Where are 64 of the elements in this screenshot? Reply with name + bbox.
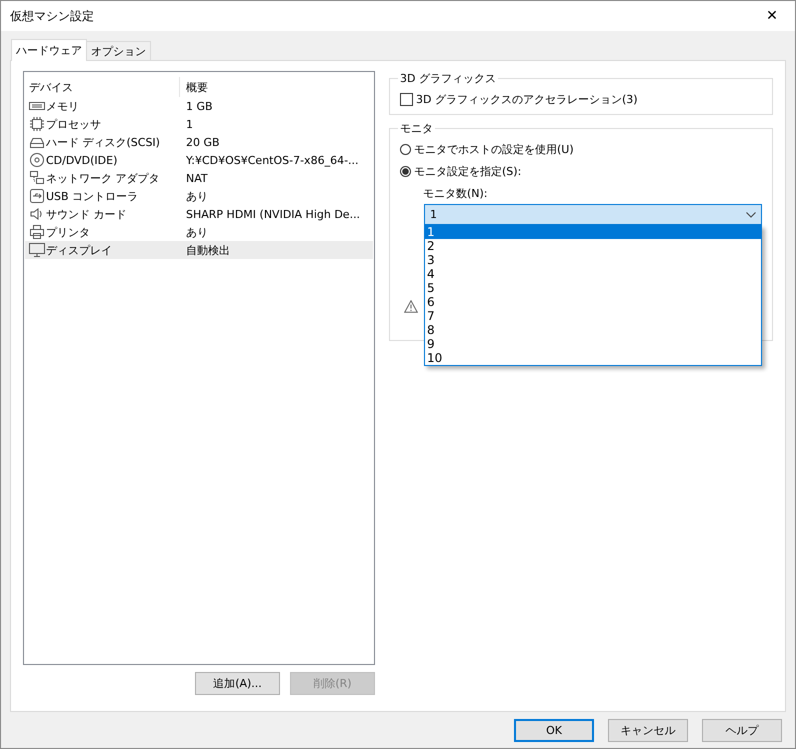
device-name: ディスプレイ <box>46 242 112 258</box>
device-summary: 20 GB <box>185 136 221 148</box>
device-row[interactable]: CD/DVD(IDE) Y:¥CD¥OS¥CentOS-7-x86_64-... <box>25 151 373 169</box>
device-name: サウンド カード <box>46 206 126 222</box>
tab[interactable]: ハードウェア <box>11 39 87 61</box>
dropdown[interactable]: 1 <box>424 204 762 225</box>
radio-label: モニタでホストの設定を使用(U) <box>414 142 574 156</box>
dialog-button[interactable]: キャンセル <box>608 718 688 742</box>
monitor-icon <box>29 242 45 258</box>
close-button[interactable]: ✕ <box>749 1 795 31</box>
device-row[interactable]: ネットワーク アダプタ NAT <box>25 169 373 187</box>
dropdown-option[interactable]: 5 <box>425 281 761 295</box>
device-summary: Y:¥CD¥OS¥CentOS-7-x86_64-... <box>185 154 360 166</box>
group-title: 3D グラフィックス <box>399 71 497 86</box>
field-label: モニタ数(N): <box>422 186 489 202</box>
dialog-button[interactable]: ヘルプ <box>702 718 782 742</box>
device-summary: あり <box>185 188 209 204</box>
device-row[interactable]: USB コントローラ あり <box>25 187 373 205</box>
device-name: メモリ <box>46 98 79 114</box>
dropdown-option[interactable]: 7 <box>425 309 761 323</box>
dropdown-option[interactable]: 3 <box>425 253 761 267</box>
device-summary: 自動検出 <box>185 242 231 258</box>
dropdown-option[interactable]: 2 <box>425 239 761 253</box>
dropdown-option[interactable]: 1 <box>425 225 761 239</box>
device-name: USB コントローラ <box>46 188 138 204</box>
device-summary: あり <box>185 224 209 240</box>
printer-icon <box>29 224 45 240</box>
device-summary: 1 <box>185 118 194 130</box>
dialog-button[interactable]: OK <box>514 718 594 742</box>
window-title: 仮想マシン設定 <box>10 8 94 24</box>
usb-icon <box>29 188 45 204</box>
column-header: 概要 <box>185 80 209 94</box>
device-row[interactable]: サウンド カード SHARP HDMI (NVIDIA High De... <box>25 205 373 223</box>
device-name: ネットワーク アダプタ <box>46 170 160 186</box>
device-row[interactable]: プリンタ あり <box>25 223 373 241</box>
dropdown-option[interactable]: 4 <box>425 267 761 281</box>
device-name: プリンタ <box>46 224 90 240</box>
radio-label: モニタ設定を指定(S): <box>414 164 522 178</box>
disc-icon <box>29 152 45 168</box>
network-icon <box>29 170 45 186</box>
tab[interactable]: オプション <box>86 41 151 60</box>
radio-button[interactable] <box>400 166 411 176</box>
device-row[interactable]: ディスプレイ 自動検出 <box>25 241 373 259</box>
dropdown-option[interactable]: 8 <box>425 323 761 337</box>
chip-icon <box>29 116 45 132</box>
device-name: プロセッサ <box>46 116 101 132</box>
device-row[interactable]: メモリ 1 GB <box>25 97 373 115</box>
device-row[interactable]: プロセッサ 1 <box>25 115 373 133</box>
checkbox[interactable] <box>400 92 413 106</box>
dropdown-option[interactable]: 6 <box>425 295 761 309</box>
group-title: モニタ <box>399 121 434 136</box>
device-summary: 1 GB <box>185 100 214 112</box>
device-name: CD/DVD(IDE) <box>46 154 118 166</box>
chevron-down-icon <box>746 212 756 218</box>
device-summary: SHARP HDMI (NVIDIA High De... <box>185 208 362 220</box>
list-button[interactable]: 追加(A)... <box>195 672 280 695</box>
checkbox-label: 3D グラフィックスのアクセラレーション(3) <box>416 92 638 106</box>
device-name: ハード ディスク(SCSI) <box>46 134 160 150</box>
dropdown-option[interactable]: 9 <box>425 337 761 351</box>
device-row[interactable]: ハード ディスク(SCSI) 20 GB <box>25 133 373 151</box>
radio-button[interactable] <box>400 144 411 154</box>
column-header: デバイス <box>25 77 180 97</box>
dropdown-option[interactable]: 10 <box>425 351 761 365</box>
device-summary: NAT <box>185 172 209 184</box>
